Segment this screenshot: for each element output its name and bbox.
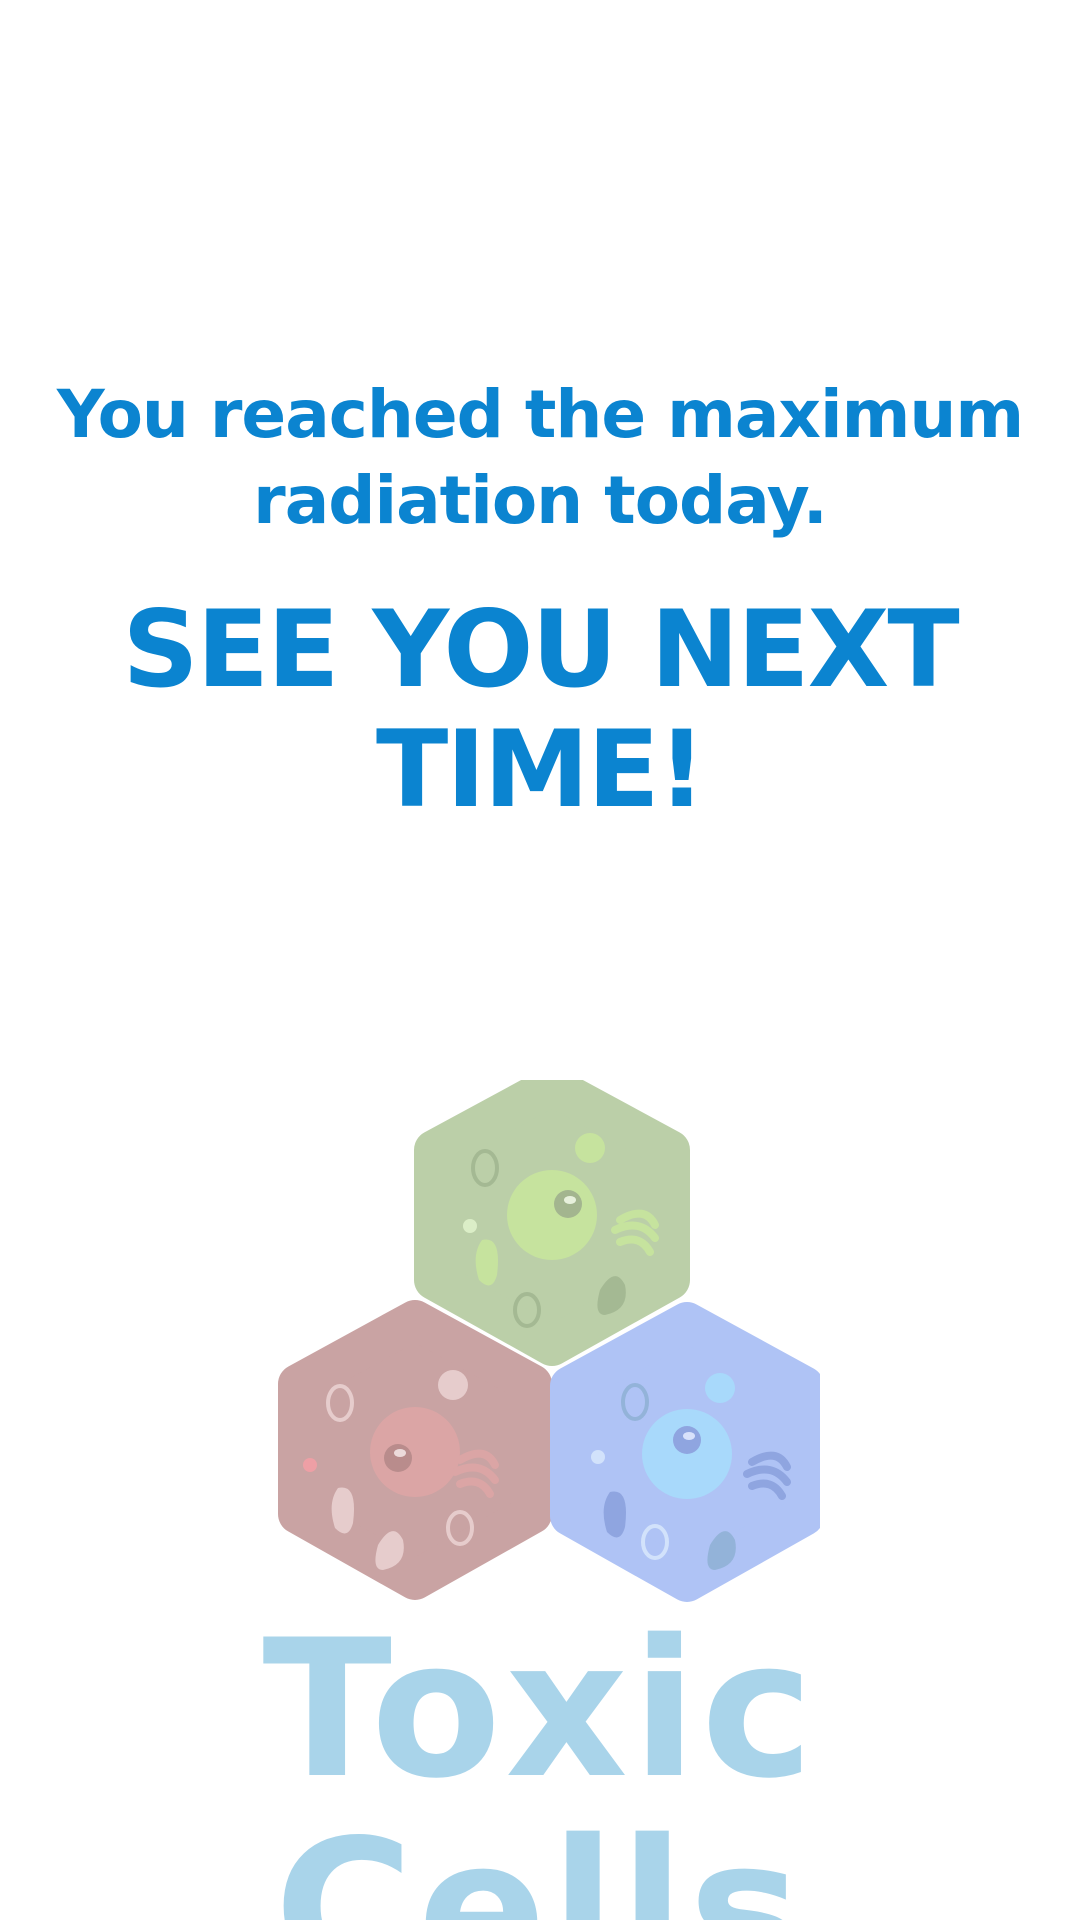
blue-cell-icon (550, 1302, 820, 1602)
red-cell-icon (278, 1300, 552, 1600)
toxic-cells-logo-icon (270, 1080, 820, 1620)
out-of-radiation-screen: You reached the maximum radiation today.… (0, 0, 1080, 1920)
green-cell-icon (414, 1080, 690, 1366)
message-line-2: radiation today. (253, 462, 828, 539)
see-you-next-time-heading: SEE YOU NEXT TIME! (122, 588, 959, 831)
message-line-1: You reached the maximum (56, 376, 1024, 453)
game-title: Toxic Cells (262, 1599, 818, 1920)
max-radiation-message: You reached the maximum radiation today. (0, 372, 1080, 544)
